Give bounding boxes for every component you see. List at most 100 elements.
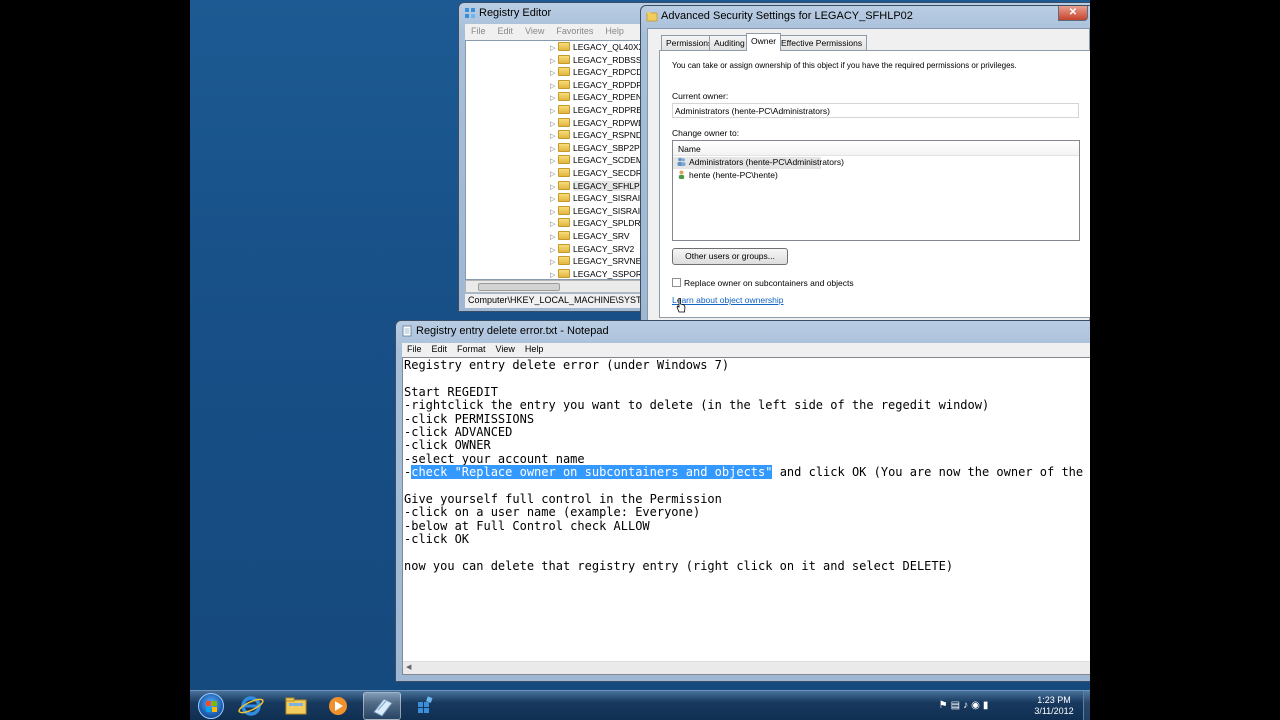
desktop: Registry Editor ✕ FileEditViewFavoritesH… bbox=[190, 0, 1090, 720]
power-icon[interactable]: ▮ bbox=[983, 700, 992, 711]
registry-key-19[interactable]: ▷ LEGACY_SSPORT bbox=[550, 268, 647, 279]
notepad-text[interactable]: Registry entry delete error (under Windo… bbox=[403, 358, 1090, 574]
notepad-titlebar[interactable]: Registry entry delete error.txt - Notepa… bbox=[396, 321, 1090, 342]
registry-key-6[interactable]: ▷ LEGACY_RDPREF bbox=[550, 105, 647, 117]
taskbar-regedit-button[interactable] bbox=[407, 692, 445, 720]
notepad-text-area[interactable]: Registry entry delete error (under Windo… bbox=[402, 357, 1090, 675]
expand-arrow-icon[interactable]: ▷ bbox=[550, 208, 558, 216]
expand-arrow-icon[interactable]: ▷ bbox=[550, 145, 558, 153]
registry-key-10[interactable]: ▷ LEGACY_SCDEMU bbox=[550, 155, 649, 167]
action-center-icon[interactable]: ◉ bbox=[971, 700, 983, 711]
expand-arrow-icon[interactable]: ▷ bbox=[550, 233, 558, 241]
expand-arrow-icon[interactable]: ▷ bbox=[550, 183, 558, 191]
registry-key-4[interactable]: ▷ LEGACY_RDPDR bbox=[550, 79, 642, 92]
regedit-menu-view[interactable]: View bbox=[519, 24, 550, 38]
notepad-menu-format[interactable]: Format bbox=[452, 343, 491, 355]
checkbox-box[interactable] bbox=[672, 278, 681, 287]
folder-icon bbox=[558, 155, 570, 165]
registry-key-13[interactable]: ▷ LEGACY_SISRAID bbox=[550, 193, 646, 205]
registry-key-8[interactable]: ▷ LEGACY_RSPNDR bbox=[550, 130, 648, 142]
regedit-menu-edit[interactable]: Edit bbox=[492, 24, 520, 38]
scroll-left-arrow-icon[interactable]: ◀ bbox=[406, 663, 411, 671]
taskbar-notepad-button[interactable] bbox=[363, 692, 401, 720]
registry-key-9[interactable]: ▷ LEGACY_SBP2PO bbox=[550, 142, 646, 155]
owner-list-item[interactable]: Administrators (hente-PC\Administrators) bbox=[673, 157, 844, 169]
expand-arrow-icon[interactable]: ▷ bbox=[550, 271, 558, 279]
taskbar-media-player-button[interactable] bbox=[319, 692, 357, 720]
expand-arrow-icon[interactable]: ▷ bbox=[550, 246, 558, 254]
registry-key-14[interactable]: ▷ LEGACY_SISRAID bbox=[550, 205, 646, 218]
expand-arrow-icon[interactable]: ▷ bbox=[550, 82, 558, 90]
expand-arrow-icon[interactable]: ▷ bbox=[550, 258, 558, 266]
owner-panel: You can take or assign ownership of this… bbox=[659, 50, 1090, 318]
registry-key-7[interactable]: ▷ LEGACY_RDPWD bbox=[550, 117, 644, 130]
tab-auditing[interactable]: Auditing bbox=[709, 35, 750, 50]
selected-text[interactable]: check "Replace owner on subcontainers an… bbox=[411, 465, 773, 480]
regedit-menu-help[interactable]: Help bbox=[599, 24, 630, 38]
regedit-menu-file[interactable]: File bbox=[465, 24, 492, 38]
advsec-close-button[interactable]: ✕ bbox=[1058, 6, 1088, 21]
owner-list-item[interactable]: hente (hente-PC\hente) bbox=[673, 170, 1079, 182]
notepad-window[interactable]: Registry entry delete error.txt - Notepa… bbox=[395, 320, 1090, 682]
regedit-key-tree[interactable]: ▷ LEGACY_QL40XX ▷ LEGACY_RDBSS ▷ LEGACY_RDPCD… bbox=[465, 40, 651, 280]
start-button[interactable] bbox=[198, 693, 224, 719]
clock[interactable]: 1:23 PM 3/11/2012 bbox=[1026, 695, 1082, 717]
current-owner-label: Current owner: bbox=[672, 91, 729, 101]
registry-key-18[interactable]: ▷ LEGACY_SRVNET bbox=[550, 256, 647, 268]
show-desktop-button[interactable] bbox=[1083, 691, 1090, 720]
tab-owner[interactable]: Owner bbox=[746, 33, 782, 51]
folder-icon bbox=[558, 92, 570, 102]
regedit-horizontal-scrollbar[interactable] bbox=[465, 280, 651, 293]
expand-arrow-icon[interactable]: ▷ bbox=[550, 195, 558, 203]
taskbar-explorer-button[interactable] bbox=[277, 692, 315, 720]
expand-arrow-icon[interactable]: ▷ bbox=[550, 94, 558, 102]
folder-icon bbox=[558, 142, 570, 152]
registry-key-1[interactable]: ▷ LEGACY_QL40XX bbox=[550, 42, 644, 54]
registry-key-16[interactable]: ▷ LEGACY_SRV bbox=[550, 231, 630, 243]
expand-arrow-icon[interactable]: ▷ bbox=[550, 220, 558, 228]
registry-key-17[interactable]: ▷ LEGACY_SRV2 bbox=[550, 243, 634, 256]
notepad-menu-file[interactable]: File bbox=[402, 343, 427, 355]
regedit-scroll-thumb[interactable] bbox=[478, 283, 560, 291]
tray-icons[interactable]: ⚑▤♪◉▮ bbox=[910, 700, 1020, 711]
registry-key-5[interactable]: ▷ LEGACY_RDPENC bbox=[550, 92, 648, 104]
learn-ownership-link[interactable]: Learn about object ownership bbox=[672, 295, 784, 305]
other-users-groups-button[interactable]: Other users or groups... bbox=[672, 248, 788, 265]
expand-arrow-icon[interactable]: ▷ bbox=[550, 132, 558, 140]
regedit-menu-favorites[interactable]: Favorites bbox=[550, 24, 599, 38]
flag-icon[interactable]: ⚑ bbox=[939, 700, 951, 711]
folder-icon bbox=[558, 193, 570, 203]
notepad-title: Registry entry delete error.txt - Notepa… bbox=[416, 325, 609, 337]
expand-arrow-icon[interactable]: ▷ bbox=[550, 170, 558, 178]
expand-arrow-icon[interactable]: ▷ bbox=[550, 107, 558, 115]
advanced-security-dialog[interactable]: Advanced Security Settings for LEGACY_SF… bbox=[640, 5, 1090, 324]
tab-effective-permissions[interactable]: Effective Permissions bbox=[776, 35, 868, 50]
volume-icon[interactable]: ♪ bbox=[963, 700, 971, 711]
current-owner-field: Administrators (hente-PC\Administrators) bbox=[672, 103, 1079, 118]
owner-list-header[interactable]: Name bbox=[673, 141, 1079, 156]
registry-key-2[interactable]: ▷ LEGACY_RDBSS bbox=[550, 54, 642, 67]
expand-arrow-icon[interactable]: ▷ bbox=[550, 157, 558, 165]
replace-owner-checkbox[interactable]: Replace owner on subcontainers and objec… bbox=[672, 278, 854, 288]
registry-key-12[interactable]: ▷ LEGACY_SFHLP02 bbox=[550, 180, 650, 193]
notepad-menu-help[interactable]: Help bbox=[520, 343, 549, 355]
expand-arrow-icon[interactable]: ▷ bbox=[550, 69, 558, 77]
network-icon[interactable]: ▤ bbox=[951, 700, 963, 711]
expand-arrow-icon[interactable]: ▷ bbox=[550, 57, 558, 65]
owner-listbox[interactable]: Name Administrators (hente-PC\Administra… bbox=[672, 140, 1080, 241]
folder-icon bbox=[558, 79, 570, 89]
notepad-horizontal-scrollbar[interactable]: ◀ ▶ bbox=[403, 661, 1090, 674]
registry-key-3[interactable]: ▷ LEGACY_RDPCDD bbox=[550, 67, 649, 79]
folder-icon bbox=[558, 256, 570, 266]
regedit-icon bbox=[465, 8, 475, 18]
registry-key-15[interactable]: ▷ LEGACY_SPLDR bbox=[550, 218, 641, 230]
expand-arrow-icon[interactable]: ▷ bbox=[550, 120, 558, 128]
notepad-menu-edit[interactable]: Edit bbox=[427, 343, 453, 355]
registry-key-11[interactable]: ▷ LEGACY_SECDRV bbox=[550, 168, 647, 180]
advsec-titlebar[interactable]: Advanced Security Settings for LEGACY_SF… bbox=[641, 6, 1090, 27]
taskbar-ie-button[interactable] bbox=[232, 692, 270, 720]
notepad-menu-view[interactable]: View bbox=[491, 343, 520, 355]
registry-key-label: LEGACY_SCDEMU bbox=[573, 155, 650, 166]
registry-key-label: LEGACY_RDPENC bbox=[573, 92, 649, 103]
expand-arrow-icon[interactable]: ▷ bbox=[550, 44, 558, 52]
